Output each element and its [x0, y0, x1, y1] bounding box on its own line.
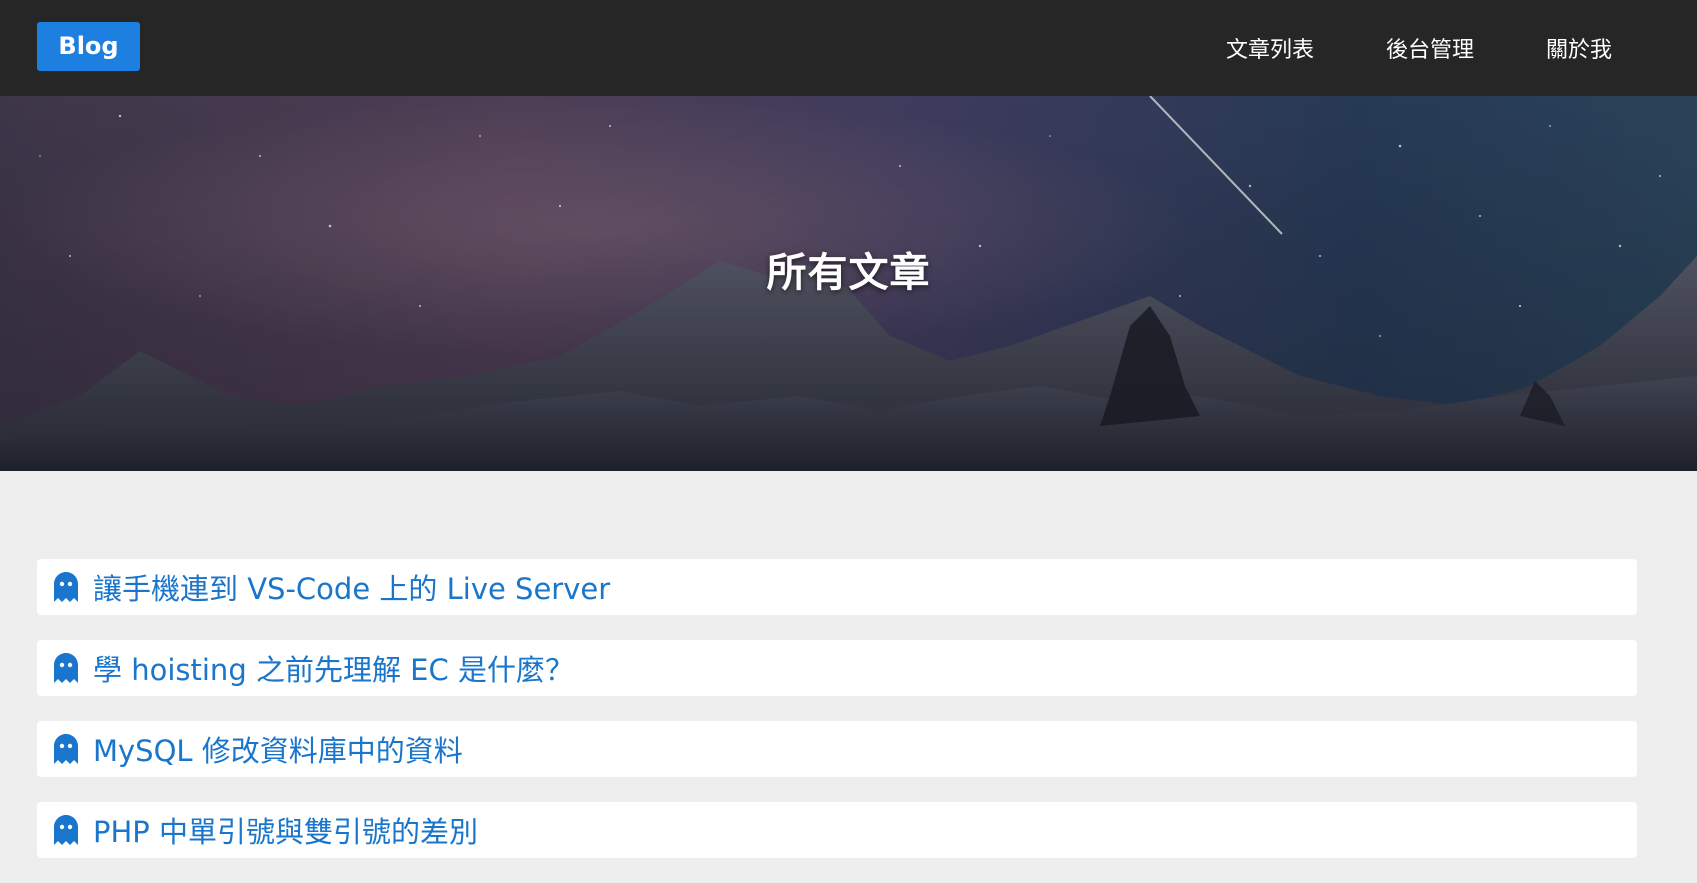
- post-title-link[interactable]: 讓手機連到 VS-Code 上的 Live Server: [93, 566, 610, 608]
- hero-banner: 所有文章: [0, 96, 1697, 471]
- ghost-icon: [54, 653, 78, 683]
- ghost-icon: [54, 815, 78, 845]
- page-title: 所有文章: [766, 249, 931, 296]
- ghost-icon: [54, 572, 78, 602]
- list-item[interactable]: 學 hoisting 之前先理解 EC 是什麼？: [37, 640, 1637, 696]
- nav-links: 文章列表 後台管理 關於我: [1226, 0, 1612, 96]
- nav-link-about[interactable]: 關於我: [1546, 32, 1612, 64]
- post-title-link[interactable]: PHP 中單引號與雙引號的差別: [93, 809, 478, 851]
- nav-link-articles[interactable]: 文章列表: [1226, 32, 1314, 64]
- top-navbar: Blog 文章列表 後台管理 關於我: [0, 0, 1697, 96]
- ghost-icon: [54, 734, 78, 764]
- post-title-link[interactable]: MySQL 修改資料庫中的資料: [93, 728, 463, 770]
- list-item[interactable]: 讓手機連到 VS-Code 上的 Live Server: [37, 559, 1637, 615]
- post-title-link[interactable]: 學 hoisting 之前先理解 EC 是什麼？: [93, 647, 574, 689]
- nav-link-admin[interactable]: 後台管理: [1386, 32, 1474, 64]
- list-item[interactable]: MySQL 修改資料庫中的資料: [37, 721, 1637, 777]
- post-list: 讓手機連到 VS-Code 上的 Live Server 學 hoisting …: [37, 559, 1637, 883]
- brand-button[interactable]: Blog: [37, 22, 140, 71]
- list-item[interactable]: PHP 中單引號與雙引號的差別: [37, 802, 1637, 858]
